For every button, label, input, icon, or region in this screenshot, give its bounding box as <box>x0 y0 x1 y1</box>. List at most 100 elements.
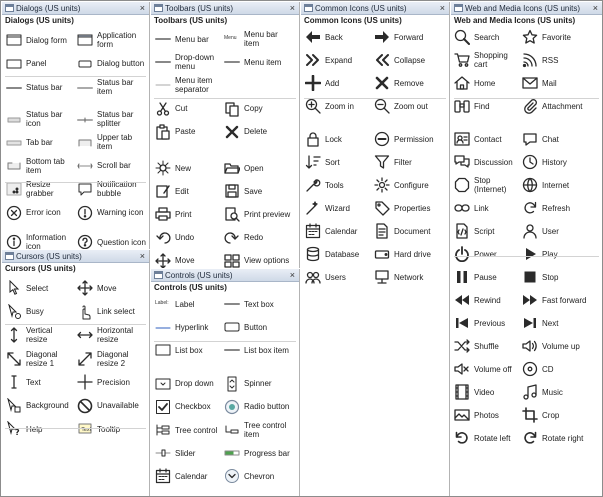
web-item[interactable]: Rewind <box>454 289 520 311</box>
dialogs-item[interactable]: Error icon <box>6 202 75 224</box>
common-item[interactable]: Permission <box>374 128 441 150</box>
controls-item[interactable]: List box item <box>224 339 291 361</box>
web-item[interactable]: Rotate right <box>522 427 588 449</box>
common-item[interactable]: Network <box>374 266 441 288</box>
common-item[interactable]: Properties <box>374 197 441 219</box>
toolbars-item[interactable]: New <box>155 157 222 179</box>
common-item[interactable]: Configure <box>374 174 441 196</box>
cursors-item[interactable]: Text Tooltip <box>77 418 146 440</box>
dialogs-item[interactable]: Tab bar <box>6 131 75 153</box>
web-item[interactable]: Search <box>454 26 520 48</box>
controls-item[interactable]: Calendar <box>155 465 222 487</box>
controls-item[interactable]: Chevron <box>224 465 291 487</box>
toolbars-item[interactable]: Edit <box>155 180 222 202</box>
toolbars-item[interactable]: Menu bar <box>155 28 222 50</box>
common-item[interactable]: Lock <box>305 128 372 150</box>
common-icons-panel-header[interactable]: Common Icons (US units) × <box>301 2 449 15</box>
web-item[interactable]: User <box>522 220 588 242</box>
common-item[interactable]: Add <box>305 72 372 94</box>
toolbars-item[interactable]: Open <box>224 157 291 179</box>
controls-item[interactable]: Tree control item <box>224 419 291 441</box>
dialogs-item[interactable]: Application form <box>77 29 146 51</box>
dialogs-item[interactable]: Dialog form <box>6 29 75 51</box>
toolbars-item[interactable]: Menu Menu bar item <box>224 28 291 50</box>
common-item[interactable]: Forward <box>374 26 441 48</box>
web-item[interactable]: Internet <box>522 174 588 196</box>
dialogs-item[interactable]: Dialog button <box>77 53 146 75</box>
dialogs-item[interactable]: Status bar splitter <box>77 108 146 130</box>
web-item[interactable]: Favorite <box>522 26 588 48</box>
dialogs-item[interactable]: Status bar item <box>77 76 146 98</box>
cursors-item[interactable]: Link select <box>77 301 146 323</box>
close-cursors-icon[interactable]: × <box>140 250 145 263</box>
controls-item[interactable]: Tree control <box>155 419 222 441</box>
toolbars-item[interactable]: Paste <box>155 121 222 143</box>
close-toolbars-icon[interactable]: × <box>290 2 295 15</box>
toolbars-item[interactable]: Drop-down menu <box>155 51 222 73</box>
web-item[interactable]: Volume up <box>522 335 588 357</box>
web-item[interactable]: Play <box>522 243 588 265</box>
toolbars-item[interactable]: Copy <box>224 98 291 120</box>
web-item[interactable]: Fast forward <box>522 289 588 311</box>
dialogs-item[interactable]: Status bar <box>6 76 75 98</box>
web-item[interactable]: Chat <box>522 128 588 150</box>
controls-item[interactable]: Button <box>224 316 291 338</box>
web-media-panel-header[interactable]: Web and Media Icons (US units) × <box>451 2 602 15</box>
web-item[interactable]: Refresh <box>522 197 588 219</box>
web-item[interactable]: Discussion <box>454 151 520 173</box>
toolbars-item[interactable]: Save <box>224 180 291 202</box>
cursors-item[interactable]: Select <box>6 277 75 299</box>
common-item[interactable]: Expand <box>305 49 372 71</box>
cursors-item[interactable]: Vertical resize <box>6 324 75 346</box>
common-item[interactable]: Sort <box>305 151 372 173</box>
cursors-item[interactable]: Precision <box>77 371 146 393</box>
common-item[interactable]: Users <box>305 266 372 288</box>
web-item[interactable]: Contact <box>454 128 520 150</box>
common-item[interactable]: Filter <box>374 151 441 173</box>
web-item[interactable]: Shuffle <box>454 335 520 357</box>
controls-item[interactable]: Progress bar <box>224 442 291 464</box>
cursors-item[interactable]: Move <box>77 277 146 299</box>
common-item[interactable]: Back <box>305 26 372 48</box>
cursors-item[interactable]: Background <box>6 395 75 417</box>
dialogs-item[interactable]: Information icon <box>6 231 75 249</box>
common-item[interactable]: Remove <box>374 72 441 94</box>
dialogs-item[interactable]: Question icon <box>77 231 146 249</box>
controls-item[interactable]: Hyperlink <box>155 316 222 338</box>
toolbars-panel-header[interactable]: Toolbars (US units) × <box>151 2 299 15</box>
dialogs-item[interactable]: Status bar icon <box>6 108 75 130</box>
controls-panel-header[interactable]: Controls (US units) × <box>151 269 299 282</box>
web-item[interactable]: Previous <box>454 312 520 334</box>
web-item[interactable]: Shopping cart <box>454 49 520 71</box>
toolbars-item[interactable]: Cut <box>155 98 222 120</box>
dialogs-panel-header[interactable]: Dialogs (US units) × <box>2 2 149 15</box>
common-item[interactable]: Calendar <box>305 220 372 242</box>
close-common-icons-icon[interactable]: × <box>440 2 445 15</box>
dialogs-item[interactable]: Bottom tab item <box>6 155 75 177</box>
toolbars-item[interactable]: Redo <box>224 227 291 249</box>
dialogs-item[interactable]: Panel <box>6 53 75 75</box>
controls-item[interactable]: Checkbox <box>155 396 222 418</box>
web-item[interactable]: History <box>522 151 588 173</box>
common-item[interactable]: Document <box>374 220 441 242</box>
controls-item[interactable]: List box <box>155 339 222 361</box>
dialogs-item[interactable]: Scroll bar <box>77 155 146 177</box>
web-item[interactable]: Video <box>454 381 520 403</box>
web-item[interactable]: Crop <box>522 404 588 426</box>
dialogs-item[interactable]: Warning icon <box>77 202 146 224</box>
web-item[interactable]: Link <box>454 197 520 219</box>
cursors-item[interactable]: Text <box>6 371 75 393</box>
controls-item[interactable]: Spinner <box>224 373 291 395</box>
cursors-item[interactable]: Busy <box>6 301 75 323</box>
cursors-item[interactable]: ? Help <box>6 418 75 440</box>
cursors-item[interactable]: Diagonal resize 1 <box>6 348 75 370</box>
web-item[interactable]: Script <box>454 220 520 242</box>
cursors-item[interactable]: Horizontal resize <box>77 324 146 346</box>
toolbars-item[interactable]: Menu item separator <box>155 74 222 96</box>
common-item[interactable]: Collapse <box>374 49 441 71</box>
controls-item[interactable]: Slider <box>155 442 222 464</box>
common-item[interactable]: Database <box>305 243 372 265</box>
cursors-panel-header[interactable]: Cursors (US units) × <box>2 250 149 263</box>
toolbars-item[interactable]: Move <box>155 250 222 268</box>
common-item[interactable]: Tools <box>305 174 372 196</box>
